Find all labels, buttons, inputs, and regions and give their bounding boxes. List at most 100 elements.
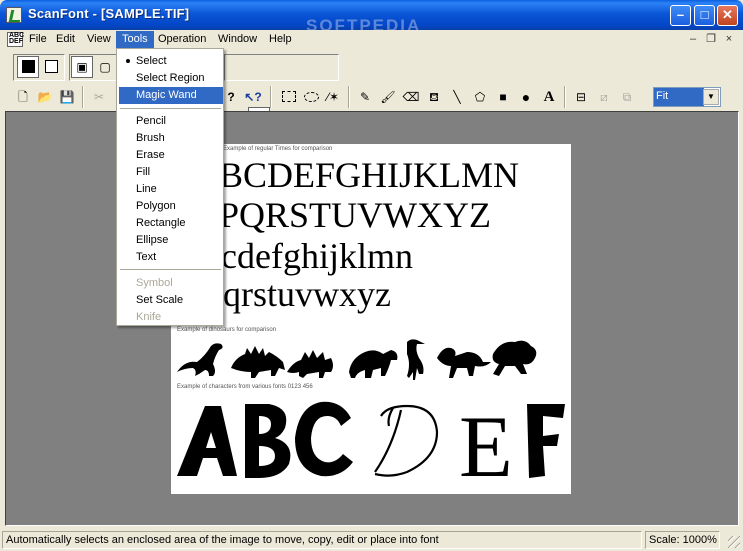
select-lasso-icon	[303, 92, 319, 102]
line-width-group	[224, 54, 339, 81]
text-button[interactable]: A	[538, 86, 560, 108]
text-icon: A	[543, 89, 555, 105]
tool-b-icon: ⧄	[600, 90, 608, 104]
close-icon: ✕	[722, 7, 733, 22]
brush-button[interactable]: 🖌	[377, 86, 399, 108]
menu-set-scale[interactable]: Set Scale	[119, 292, 223, 309]
save-button[interactable]: 💾	[56, 86, 78, 108]
chevron-down-icon[interactable]: ▼	[703, 89, 719, 105]
line-icon: ╲	[453, 90, 461, 104]
menu-brush[interactable]: Brush	[119, 130, 223, 147]
menu-separator	[120, 108, 221, 109]
dinosaur-silhouettes	[177, 339, 537, 380]
dinosaur-1-icon	[177, 343, 223, 376]
app-icon[interactable]	[6, 7, 22, 23]
ellipse-button[interactable]: ●	[515, 86, 537, 108]
context-help-button[interactable]: ↖?	[242, 86, 264, 108]
menu-ellipse[interactable]: Ellipse	[119, 232, 223, 249]
eraser-icon: ⌫	[402, 90, 420, 104]
stamp-outline-icon: ▢	[99, 60, 111, 74]
menu-tools[interactable]: Tools	[116, 31, 154, 49]
menu-edit[interactable]: Edit	[50, 31, 81, 49]
tool-c-button[interactable]: ⧉	[616, 86, 638, 108]
fill-button[interactable]: ⛾	[423, 86, 445, 108]
cut-button[interactable]: ✂	[88, 86, 110, 108]
menu-select-region[interactable]: Select Region	[119, 70, 223, 87]
eraser-button[interactable]: ⌫	[400, 86, 422, 108]
rectangle-button[interactable]: ■	[492, 86, 514, 108]
tool-b-button[interactable]: ⧄	[593, 86, 615, 108]
select-lasso-button[interactable]	[300, 86, 322, 108]
menu-select[interactable]: Select	[119, 53, 223, 70]
toolbar-separator	[82, 86, 84, 108]
menu-view[interactable]: View	[81, 31, 117, 49]
menu-text[interactable]: Text	[119, 249, 223, 266]
menu-file[interactable]: File	[23, 31, 53, 49]
mode-b-button[interactable]: ▢	[94, 56, 116, 78]
menu-rectangle[interactable]: Rectangle	[119, 215, 223, 232]
mdi-restore-button[interactable]: ❐	[704, 33, 718, 46]
help-icon: ?	[227, 90, 235, 104]
letter-a-art	[177, 406, 237, 476]
open-folder-icon: 📂	[37, 90, 53, 104]
letter-d-art	[374, 404, 439, 477]
stamp-icon: ▣	[76, 60, 88, 74]
magic-wand-button[interactable]: ⁄✶	[322, 86, 344, 108]
menu-polygon[interactable]: Polygon	[119, 198, 223, 215]
new-file-icon: 🗋	[18, 90, 28, 104]
rectangle-icon: ■	[499, 90, 507, 104]
menu-knife[interactable]: Knife	[119, 309, 223, 326]
close-button[interactable]: ✕	[717, 5, 738, 26]
pencil-icon: ✎	[359, 90, 371, 104]
pencil-button[interactable]: ✎	[354, 86, 376, 108]
polygon-icon: ⬠	[474, 90, 486, 104]
solid-fill-button[interactable]	[17, 56, 39, 78]
menu-select-label: Select	[136, 55, 167, 67]
minimize-button[interactable]: –	[670, 5, 691, 26]
checked-bullet-icon	[126, 59, 130, 63]
menu-help[interactable]: Help	[263, 31, 298, 49]
letter-f-art	[527, 404, 565, 478]
line-button[interactable]: ╲	[446, 86, 468, 108]
alpha-line-2: PQRSTUVWXYZ	[219, 195, 492, 235]
letter-b-art	[245, 404, 291, 478]
menu-window[interactable]: Window	[212, 31, 263, 49]
status-scale: Scale: 1000%	[645, 531, 720, 549]
outline-square-icon	[44, 60, 58, 73]
select-rect-button[interactable]	[278, 86, 300, 108]
mode-a-button[interactable]: ▣	[71, 56, 93, 78]
tool-a-button[interactable]: ⊟	[570, 86, 592, 108]
menu-erase[interactable]: Erase	[119, 147, 223, 164]
resize-grip-icon[interactable]	[728, 536, 740, 548]
caption-deco: Example of characters from various fonts…	[177, 384, 313, 390]
mdi-close-button[interactable]: ×	[722, 33, 736, 46]
decorative-letters: E	[177, 399, 565, 481]
solid-square-icon	[21, 60, 35, 73]
toolbar-separator	[564, 86, 566, 108]
zoom-select[interactable]: Fit ▼	[653, 87, 721, 107]
open-button[interactable]: 📂	[34, 86, 56, 108]
menu-pencil[interactable]: Pencil	[119, 113, 223, 130]
cut-icon: ✂	[93, 90, 105, 104]
outline-button[interactable]	[40, 56, 62, 78]
alpha-line-4: qrstuvwxyz	[223, 274, 391, 314]
document-icon[interactable]: ABC DEF	[7, 32, 24, 47]
menu-line[interactable]: Line	[119, 181, 223, 198]
style-toolbar: ▣ ▢	[0, 51, 743, 129]
maximize-button[interactable]: □	[694, 5, 715, 26]
polygon-button[interactable]: ⬠	[469, 86, 491, 108]
menu-magic-wand[interactable]: Magic Wand	[119, 87, 223, 104]
window-title: ScanFont - [SAMPLE.TIF]	[28, 6, 190, 21]
menu-operation[interactable]: Operation	[152, 31, 212, 49]
mdi-minimize-button[interactable]: –	[686, 33, 700, 46]
dinosaur-2-icon	[231, 346, 285, 378]
menu-fill[interactable]: Fill	[119, 164, 223, 181]
maximize-icon: □	[700, 7, 709, 22]
menu-separator	[120, 269, 221, 270]
letter-c-art	[295, 401, 353, 477]
context-help-icon: ↖?	[244, 90, 262, 104]
document-page[interactable]: Example of regular Times for comparison …	[171, 144, 571, 494]
heron-icon	[407, 339, 425, 380]
menu-symbol[interactable]: Symbol	[119, 275, 223, 292]
new-file-button[interactable]: 🗋	[12, 86, 34, 108]
